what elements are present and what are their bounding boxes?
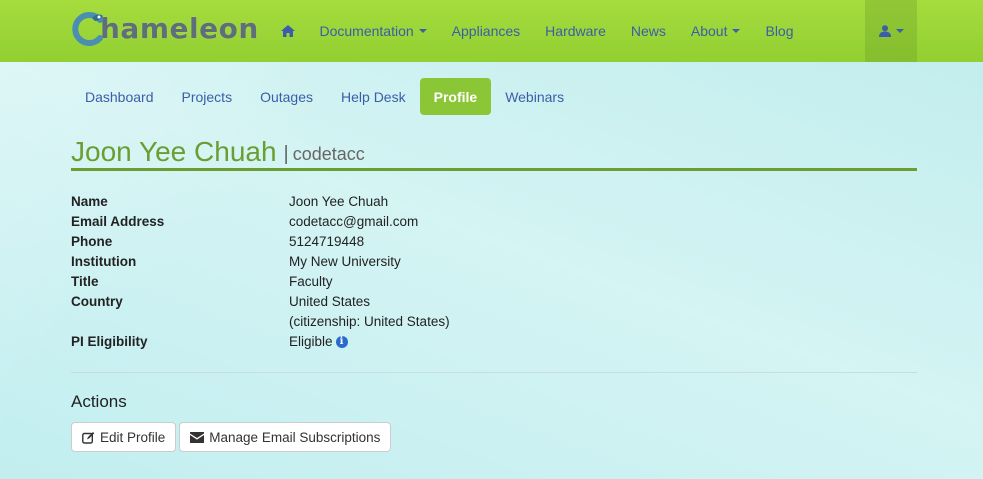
edit-icon <box>82 431 95 444</box>
chameleon-logo[interactable]: hameleon <box>70 6 259 50</box>
info-icon[interactable]: i <box>335 336 348 349</box>
info-label: Country <box>71 294 123 309</box>
subnav-projects[interactable]: Projects <box>168 78 247 115</box>
info-row-name: Name Joon Yee Chuah <box>71 192 450 212</box>
chameleon-logo-icon <box>70 10 106 46</box>
info-value: 5124719448 <box>289 234 365 249</box>
subnav-webinars[interactable]: Webinars <box>491 78 578 115</box>
nav-about[interactable]: About <box>678 0 753 62</box>
page-header: Joon Yee Chuah | codetacc <box>71 136 917 171</box>
user-menu-button[interactable] <box>865 0 917 62</box>
profile-info-table: Name Joon Yee Chuah Email Address codeta… <box>71 192 450 352</box>
info-row-phone: Phone 5124719448 <box>71 232 450 252</box>
nav-hardware-label: Hardware <box>545 23 606 39</box>
nav-blog-label: Blog <box>765 23 794 39</box>
subnav-profile[interactable]: Profile <box>419 78 492 115</box>
home-icon <box>280 25 295 37</box>
info-value: Joon Yee Chuah <box>289 194 389 209</box>
main-nav: Documentation Appliances Hardware News A… <box>268 0 806 62</box>
subnav-dashboard[interactable]: Dashboard <box>71 78 168 115</box>
info-row-country: Country United States (citizenship: Unit… <box>71 292 450 332</box>
info-label: Email Address <box>71 214 165 229</box>
info-label: PI Eligibility <box>71 334 148 349</box>
nav-blog[interactable]: Blog <box>753 0 806 62</box>
nav-appliances[interactable]: Appliances <box>439 0 533 62</box>
edit-profile-label: Edit Profile <box>100 429 166 445</box>
info-value: United States <box>289 294 371 309</box>
info-row-title: Title Faculty <box>71 272 450 292</box>
nav-documentation[interactable]: Documentation <box>307 0 439 62</box>
section-divider <box>71 372 917 373</box>
info-row-institution: Institution My New University <box>71 252 450 272</box>
subnav-outages[interactable]: Outages <box>246 78 327 115</box>
info-value-extra: (citizenship: United States) <box>289 314 450 329</box>
info-label: Name <box>71 194 108 209</box>
nav-news[interactable]: News <box>618 0 678 62</box>
info-value: Eligible <box>289 334 333 349</box>
nav-about-label: About <box>690 23 728 39</box>
info-value-group: Eligible i <box>289 332 348 352</box>
caret-down-icon <box>895 29 904 33</box>
caret-down-icon <box>418 29 427 33</box>
actions-heading: Actions <box>71 392 127 411</box>
nav-news-label: News <box>630 23 666 39</box>
sub-nav: Dashboard Projects Outages Help Desk Pro… <box>71 78 578 115</box>
top-navbar: hameleon Documentation Appliances Hardwa… <box>0 0 983 62</box>
nav-hardware[interactable]: Hardware <box>533 0 619 62</box>
nav-home[interactable] <box>268 0 307 62</box>
info-label: Title <box>71 274 99 289</box>
info-value: My New University <box>289 254 401 269</box>
info-row-pi-eligibility: PI Eligibility Eligible i <box>71 332 450 352</box>
manage-subscriptions-button[interactable]: Manage Email Subscriptions <box>179 422 392 452</box>
title-separator: | <box>283 143 289 165</box>
caret-down-icon <box>732 29 741 33</box>
info-row-email: Email Address codetacc@gmail.com <box>71 212 450 232</box>
nav-appliances-label: Appliances <box>451 23 521 39</box>
edit-profile-button[interactable]: Edit Profile <box>71 422 177 452</box>
username: codetacc <box>292 144 365 164</box>
info-label: Phone <box>71 234 113 249</box>
info-value-group: United States (citizenship: United State… <box>289 292 450 332</box>
info-value: Faculty <box>289 274 333 289</box>
manage-subscriptions-label: Manage Email Subscriptions <box>209 429 381 445</box>
actions-bar: Edit Profile Manage Email Subscriptions <box>71 422 392 452</box>
envelope-icon <box>190 431 205 443</box>
user-icon <box>878 25 891 37</box>
page-title: Joon Yee Chuah <box>71 136 277 167</box>
subnav-help-desk[interactable]: Help Desk <box>327 78 420 115</box>
logo-text: hameleon <box>100 11 259 45</box>
info-value: codetacc@gmail.com <box>289 214 419 229</box>
nav-documentation-label: Documentation <box>319 23 414 39</box>
info-label: Institution <box>71 254 137 269</box>
